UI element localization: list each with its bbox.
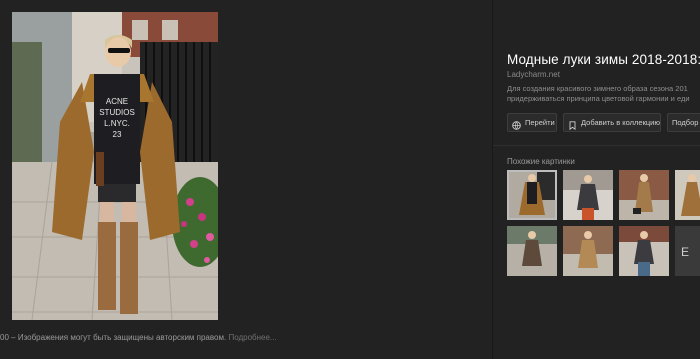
similar-thumb[interactable] [619, 170, 669, 220]
description-line: Для создания красивого зимнего образа се… [507, 84, 688, 93]
add-to-collection-label: Добавить в коллекцию [581, 118, 660, 127]
more-info-link[interactable]: Подробнее... [228, 333, 276, 342]
similar-thumb[interactable] [507, 226, 557, 276]
visit-button[interactable]: Перейти [507, 113, 557, 132]
globe-icon [512, 118, 521, 130]
image-viewer-panel: ACNE STUDIOS L.NYC. 23 00 – Изображения … [0, 0, 492, 359]
footer-prefix: 00 [0, 333, 9, 342]
svg-text:ACNE: ACNE [106, 97, 128, 106]
svg-text:23: 23 [113, 130, 122, 139]
copyright-text: – Изображения могут быть защищены авторс… [11, 333, 227, 342]
copyright-note: 00 – Изображения могут быть защищены авт… [0, 333, 277, 342]
image-source[interactable]: Ladycharm.net [507, 70, 560, 79]
description-line: придерживаться принципа цветовой гармони… [507, 94, 690, 103]
fashion-photo: ACNE STUDIOS L.NYC. 23 [12, 12, 218, 320]
similar-thumb[interactable]: E [675, 226, 700, 276]
image-title[interactable]: Модные луки зимы 2018-2018: [507, 52, 700, 67]
visit-label: Перейти [525, 118, 555, 127]
similar-thumb[interactable] [675, 170, 700, 220]
similar-images-title: Похожие картинки [507, 157, 575, 166]
thumb-text: E [681, 245, 689, 259]
similar-thumb[interactable] [507, 170, 557, 220]
similar-thumb[interactable] [619, 226, 669, 276]
add-to-collection-button[interactable]: Добавить в коллекцию [563, 113, 661, 132]
bookmark-icon [568, 118, 577, 131]
svg-text:STUDIOS: STUDIOS [99, 108, 135, 117]
similar-thumb[interactable] [563, 170, 613, 220]
match-label: Подбор [672, 118, 699, 127]
image-description: Для создания красивого зимнего образа се… [507, 84, 700, 104]
match-button[interactable]: Подбор [667, 113, 700, 132]
main-image[interactable]: ACNE STUDIOS L.NYC. 23 [12, 12, 218, 320]
section-divider [493, 145, 700, 146]
details-panel: Модные луки зимы 2018-2018: Ladycharm.ne… [493, 0, 700, 359]
svg-text:L.NYC.: L.NYC. [104, 119, 130, 128]
similar-thumb[interactable] [563, 226, 613, 276]
